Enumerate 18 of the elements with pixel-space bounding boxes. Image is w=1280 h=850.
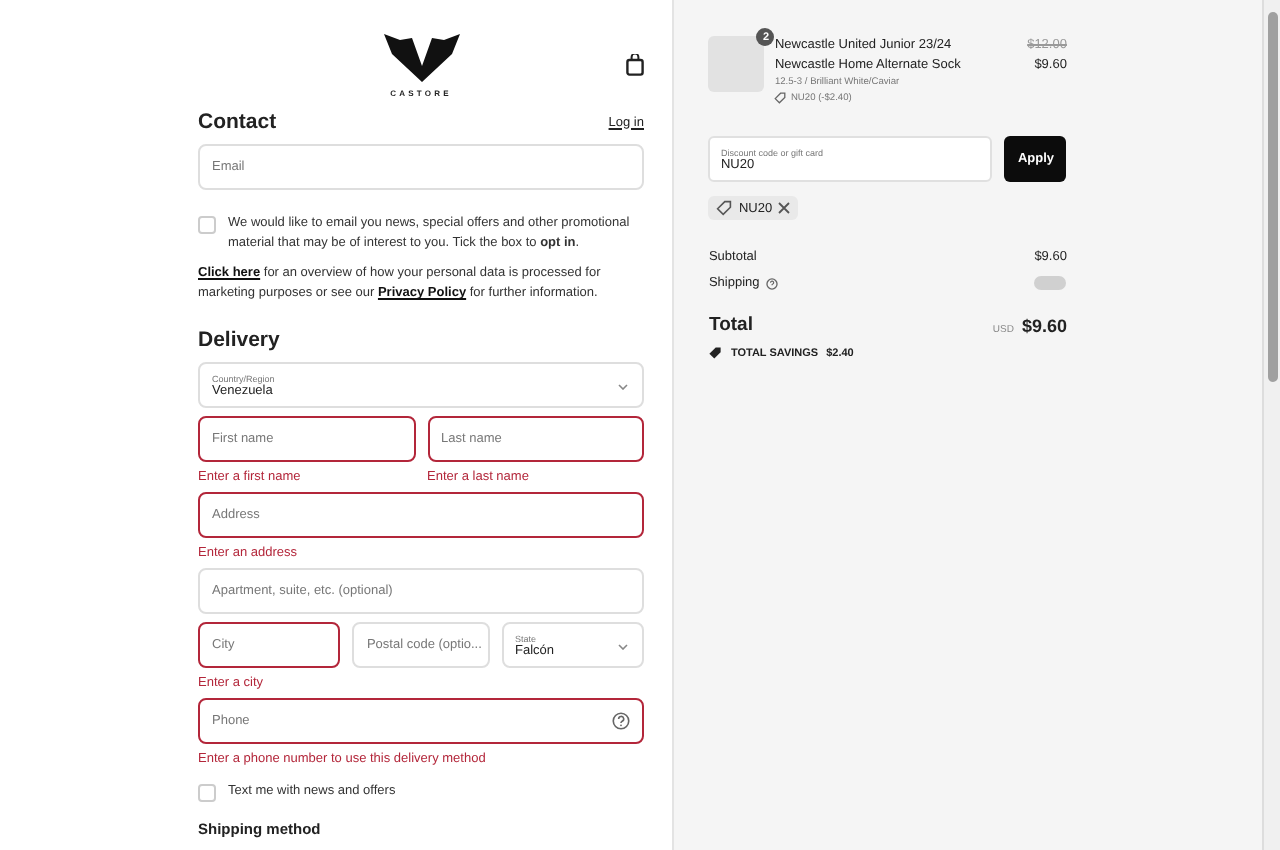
- opt-in-checkbox[interactable]: [198, 216, 216, 234]
- shopping-bag-icon[interactable]: [626, 54, 644, 76]
- help-icon[interactable]: [612, 712, 630, 730]
- tag-icon: [716, 200, 733, 216]
- contact-heading: Contact: [198, 110, 277, 134]
- remove-icon[interactable]: [778, 202, 791, 214]
- total-label: Total: [708, 314, 753, 336]
- chevron-down-icon: [618, 644, 628, 650]
- help-icon[interactable]: [765, 277, 778, 289]
- tag-icon: [708, 346, 723, 360]
- chevron-down-icon: [618, 384, 628, 390]
- loading-placeholder: [1034, 276, 1067, 290]
- tag-icon: [774, 92, 787, 104]
- delivery-heading: Delivery: [198, 328, 282, 352]
- wings-logo-icon: [383, 30, 459, 82]
- total-value: $9.60: [1021, 315, 1067, 335]
- sms-checkbox[interactable]: [198, 784, 216, 802]
- scrollbar[interactable]: [1262, 0, 1280, 850]
